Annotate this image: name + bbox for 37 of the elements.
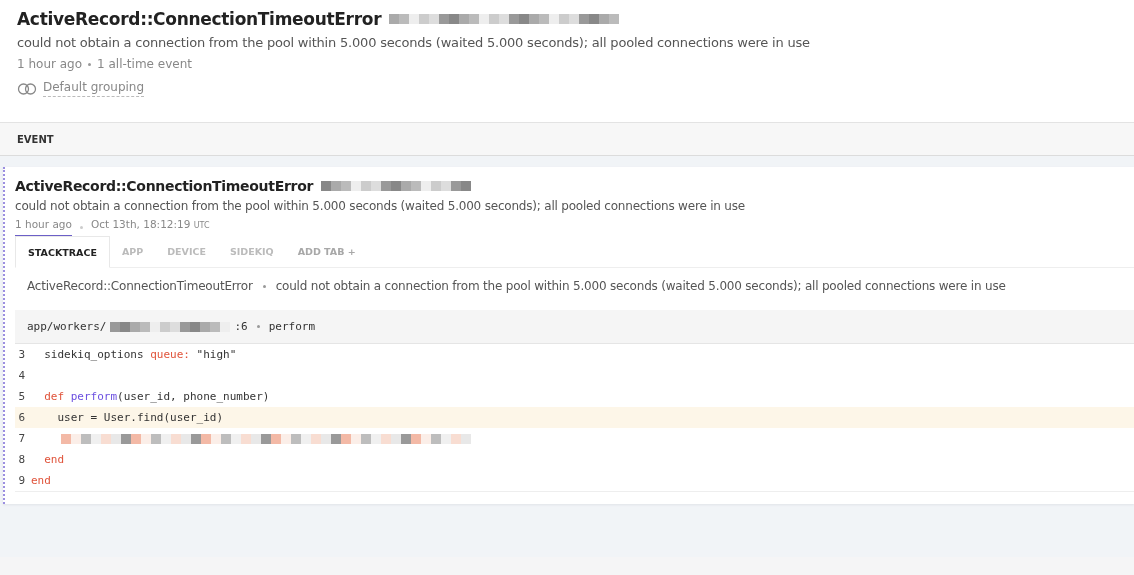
meta-text: 1 all-time event [97,57,192,71]
error-message: could not obtain a connection from the pool within 5.000 seconds (waited 5.000 seconds); all pooled connections were in use [17,35,811,50]
file-path: app/workers/ [27,320,107,333]
method-name: perform [268,320,316,333]
tab[interactable]: APP [109,236,156,267]
line-number: 9 [17,474,25,487]
code-line: def perform(user_id, phone_number) [43,390,270,403]
timestamp: Oct 13th, 18:12:19 UTC [90,218,210,230]
exception-message: could not obtain a connection from the pool within 5.000 seconds (waited 5.000 seconds); all pooled connections were in use [275,279,1006,293]
line-number: 7 [17,432,25,445]
tab[interactable]: SIDEKIQ [217,236,286,267]
tab[interactable]: DEVICE [155,236,218,267]
code-line: user = User.find(user_id) [56,411,224,424]
separator-dot [88,62,92,66]
code-line: end [43,453,65,466]
event-message: could not obtain a connection from the pool within 5.000 seconds (waited 5.000 seconds); all pooled connections were in use [15,199,746,213]
meta-text: 1 hour ago [17,57,83,71]
section-label: EVENT [17,133,54,145]
grouping-icon [17,82,37,95]
exception-class: ActiveRecord::ConnectionTimeoutError [27,279,253,293]
code-line: sidekiq_options queue: "high" [43,348,237,361]
code-line: end [31,474,51,487]
line-number: 3 [17,348,25,361]
line-number: 4 [17,369,25,382]
line-number: :6 [234,320,248,333]
line-number: 6 [17,411,25,424]
grouping-link[interactable]: Default grouping [43,80,145,97]
tab[interactable]: STACKTRACE [15,236,110,268]
relative-time: 1 hour ago [15,218,72,237]
add-tab-button[interactable]: ADD TAB + [285,236,368,267]
separator-dot [79,226,83,229]
line-number: 5 [17,390,25,403]
separator-dot [262,284,266,288]
event-title: ActiveRecord::ConnectionTimeoutError [15,178,314,194]
error-title: ActiveRecord::ConnectionTimeoutError [17,9,382,29]
line-number: 8 [17,453,25,466]
separator-dot [256,325,260,328]
